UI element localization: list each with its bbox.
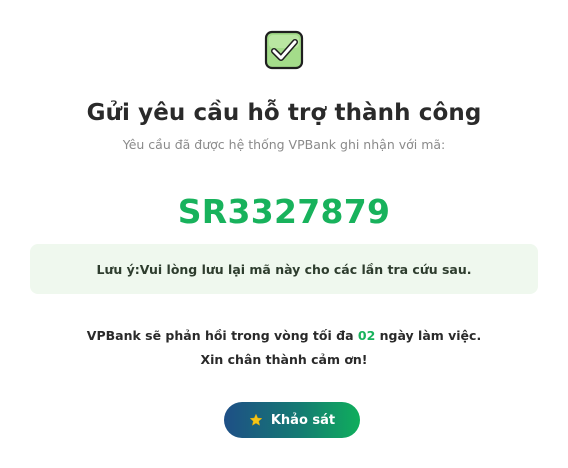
request-code: SR3327879 [177,192,391,231]
survey-button-label: Khảo sát [270,412,336,428]
thanks-text: Xin chân thành cảm ơn! [200,352,368,367]
note-text: Vui lòng lưu lại mã này cho các lần tra … [139,261,472,277]
page-subtitle: Yêu cầu đã được hệ thống VPBank ghi nhận… [122,137,446,152]
star-icon [249,413,263,426]
note-label: Lưu ý: [96,261,140,277]
success-page: Gửi yêu cầu hỗ trợ thành công Yêu cầu đã… [0,0,568,468]
response-suffix: ngày làm việc. [375,328,482,343]
note-box: Lưu ý: Vui lòng lưu lại mã này cho các l… [30,244,538,294]
response-days: 02 [357,328,376,343]
response-time-text: VPBank sẽ phản hồi trong vòng tối đa 02 … [0,328,568,343]
response-prefix: VPBank sẽ phản hồi trong vòng tối đa [86,328,358,343]
checkbox-check-icon [264,30,304,70]
survey-button[interactable]: Khảo sát [224,402,360,438]
page-title: Gửi yêu cầu hỗ trợ thành công [86,100,482,126]
